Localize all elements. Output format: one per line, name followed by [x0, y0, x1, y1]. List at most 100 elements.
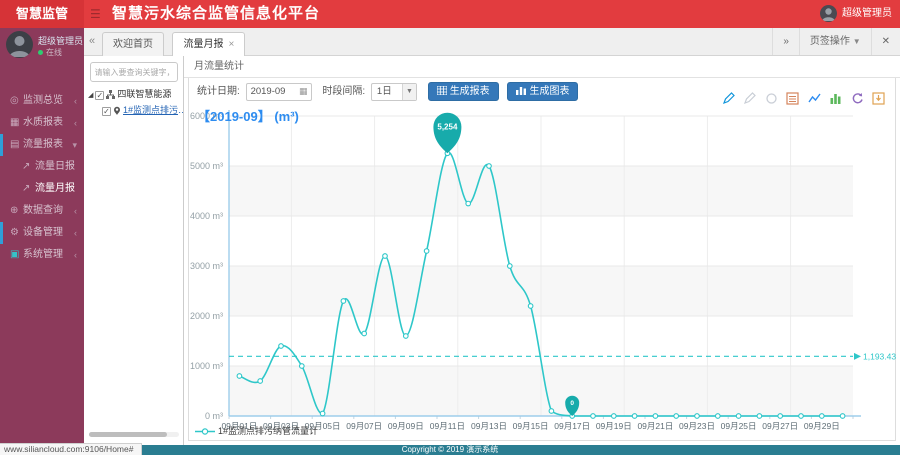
tab-close-icon[interactable]: ×	[228, 39, 234, 50]
tree-search-input[interactable]	[89, 62, 178, 82]
sidebar-item-system-mgmt[interactable]: ▣ 系统管理 ‹	[0, 244, 84, 266]
tree-hscrollbar	[89, 432, 179, 437]
gauge-icon: ◎	[10, 95, 19, 106]
flow-line-chart[interactable]: 0 m³1000 m³2000 m³3000 m³4000 m³5000 m³6…	[189, 78, 897, 430]
trend-line-icon: ↗	[22, 183, 31, 194]
svg-text:09月07日: 09月07日	[346, 421, 382, 430]
tree-root-label: 四联智慧能源	[117, 89, 172, 99]
org-icon	[106, 88, 116, 102]
data-view-icon[interactable]	[786, 92, 799, 105]
svg-text:1000 m³: 1000 m³	[190, 361, 223, 371]
tree-root-row[interactable]: ◢ ✓ 四联智慧能源	[84, 86, 183, 102]
close-tabs-icon[interactable]: ✕	[870, 28, 900, 55]
data-zoom-icon[interactable]	[722, 92, 735, 105]
tabs: 欢迎首页 流量月报 ×	[102, 32, 249, 56]
svg-text:09月17日: 09月17日	[554, 421, 590, 430]
page-title: 智慧污水综合监管信息化平台	[112, 5, 321, 22]
save-image-icon[interactable]	[872, 92, 885, 105]
sidebar-item-flow-report[interactable]: ▤ 流量报表 ▾	[0, 134, 84, 156]
bar-type-icon[interactable]	[829, 92, 842, 105]
app-logo: 智慧监管	[0, 0, 84, 28]
svg-text:09月27日: 09月27日	[762, 421, 798, 430]
tabbar-controls: » 页签操作 ▼ ✕	[772, 28, 900, 55]
chart-toolbox	[718, 90, 885, 108]
sidebar-item-device-mgmt[interactable]: ⚙ 设备管理 ‹	[0, 222, 84, 244]
svg-text:09月19日: 09月19日	[596, 421, 632, 430]
tabs-scroll-left-icon[interactable]: «	[89, 35, 95, 47]
sidebar-item-flow-monthly[interactable]: ↗ 流量月报	[0, 178, 84, 200]
trend-line-icon: ↗	[22, 161, 31, 172]
chevron-left-icon: ‹	[74, 118, 77, 128]
svg-text:09月29日: 09月29日	[804, 421, 840, 430]
sidebar-item-flow-daily[interactable]: ↗ 流量日报	[0, 156, 84, 178]
chevron-left-icon: ‹	[74, 96, 77, 106]
caret-down-icon: ▼	[852, 37, 861, 46]
line-type-icon[interactable]	[808, 92, 821, 105]
svg-text:09月23日: 09月23日	[679, 421, 715, 430]
svg-text:09月15日: 09月15日	[513, 421, 549, 430]
sidebar-toggle-icon[interactable]: ☰	[90, 7, 104, 21]
tab-operations-dropdown[interactable]: 页签操作 ▼	[798, 28, 871, 55]
svg-text:0: 0	[570, 400, 574, 407]
tab-welcome[interactable]: 欢迎首页	[102, 32, 164, 56]
chevron-left-icon: ‹	[74, 250, 77, 260]
legend-series-name: 1#监测点排污纳管流量计	[218, 426, 319, 436]
sidebar-menu: ◎ 监测总览 ‹ ▦ 水质报表 ‹ ▤ 流量报表 ▾ ↗ 流量日报 ↗ 流量月报 ⊕ 数据查询 ‹ …	[0, 90, 84, 266]
svg-text:09月25日: 09月25日	[721, 421, 757, 430]
svg-text:09月11日: 09月11日	[430, 421, 465, 430]
location-pin-icon	[113, 104, 121, 118]
sidebar-item-water-report[interactable]: ▦ 水质报表 ‹	[0, 112, 84, 134]
copyright-text: Copyright © 2019 演示系统	[401, 445, 499, 454]
chart-card: 统计日期: ▦ 时段间隔: 1日▼ 生成报表 生成图表 【2019-09】 (m…	[188, 78, 896, 441]
tree-node-row[interactable]: ✓ 1#监测点排污纳管流量计	[84, 102, 183, 118]
svg-text:5000 m³: 5000 m³	[190, 161, 223, 171]
chevron-down-icon: ▾	[72, 140, 77, 150]
tree-hscrollbar-thumb[interactable]	[89, 432, 167, 437]
refresh-icon[interactable]	[851, 92, 864, 105]
chart-legend-item[interactable]: 1#监测点排污纳管流量计	[195, 424, 318, 437]
sidebar-user-status: 在线	[38, 47, 62, 58]
user-avatar-icon	[820, 4, 837, 22]
tab-flow-monthly[interactable]: 流量月报 ×	[172, 32, 246, 56]
chevron-left-icon: ‹	[74, 206, 77, 216]
tree-expander-icon[interactable]: ◢	[88, 92, 93, 99]
chart-title: 【2019-09】 (m³)	[197, 109, 299, 124]
tree-node-checkbox[interactable]: ✓	[102, 107, 111, 116]
chevron-left-icon: ‹	[74, 228, 77, 238]
report-icon: ▤	[10, 139, 20, 150]
search-icon: ⊕	[10, 205, 19, 216]
app-window: 智慧监管 ☰ 智慧污水综合监管信息化平台 超级管理员 超级管理员 在线 ◎ 监测总…	[0, 0, 900, 455]
header-user-name: 超级管理员	[842, 8, 892, 19]
browser-status-url: www.siliancloud.com:9106/Home#	[0, 443, 143, 455]
tree-node-label: 1#监测点排污纳管流量计	[123, 105, 183, 115]
svg-text:5,254: 5,254	[437, 123, 458, 132]
gear-icon: ⚙	[10, 227, 19, 238]
station-tree-panel: ◢✓四联智慧能源 ✓1#监测点排污纳管流量计	[84, 56, 184, 445]
svg-text:09月21日: 09月21日	[637, 421, 673, 430]
svg-text:4000 m³: 4000 m³	[190, 211, 223, 221]
header-user-chip[interactable]: 超级管理员	[820, 4, 892, 24]
zoom-reset-icon[interactable]	[743, 92, 757, 105]
svg-text:09月13日: 09月13日	[471, 421, 507, 430]
restore-ring-icon[interactable]	[765, 92, 778, 105]
svg-text:3000 m³: 3000 m³	[190, 261, 223, 271]
panel-header: 月流量统计	[184, 56, 900, 78]
monitor-icon: ▣	[10, 249, 20, 260]
svg-text:2000 m³: 2000 m³	[190, 311, 223, 321]
sidebar: 超级管理员 在线 ◎ 监测总览 ‹ ▦ 水质报表 ‹ ▤ 流量报表 ▾ ↗ 流量日报 ↗ 流量月…	[0, 28, 84, 445]
svg-text:1,193.43: 1,193.43	[863, 351, 896, 361]
tree-root-checkbox[interactable]: ✓	[95, 91, 105, 100]
top-header: 智慧监管 ☰ 智慧污水综合监管信息化平台 超级管理员	[0, 0, 900, 28]
online-dot-icon	[38, 50, 43, 56]
svg-text:09月09日: 09月09日	[388, 421, 424, 430]
avatar	[6, 31, 33, 58]
tab-bar: « 欢迎首页 流量月报 × » 页签操作 ▼ ✕	[84, 28, 900, 56]
main-panel: 月流量统计 统计日期: ▦ 时段间隔: 1日▼ 生成报表 生成图表 【2019-…	[184, 56, 900, 445]
grid-chart-icon: ▦	[10, 117, 20, 128]
sidebar-user-name: 超级管理员	[38, 36, 84, 46]
sidebar-user-block: 超级管理员 在线	[0, 28, 84, 62]
tabs-scroll-right-icon[interactable]: »	[772, 28, 799, 55]
sidebar-item-overview[interactable]: ◎ 监测总览 ‹	[0, 90, 84, 112]
svg-text:0 m³: 0 m³	[205, 411, 223, 421]
sidebar-item-data-query[interactable]: ⊕ 数据查询 ‹	[0, 200, 84, 222]
